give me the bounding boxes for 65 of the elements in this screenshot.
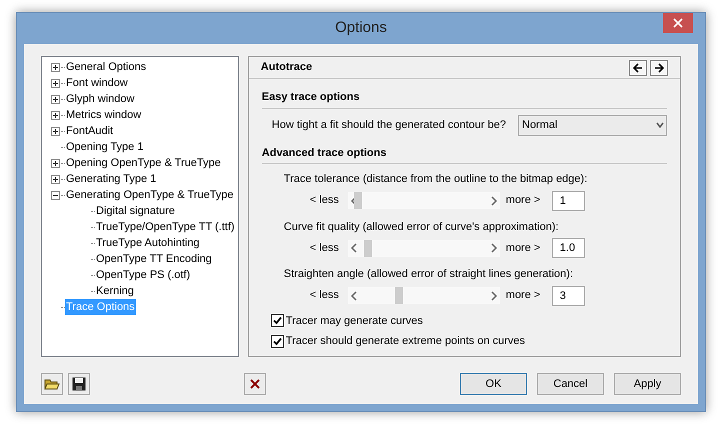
expand-icon[interactable] [51,110,60,120]
fit-dropdown[interactable]: Normal [518,114,667,136]
less-label: < less [310,240,340,256]
more-label: more > [506,288,542,304]
tree-item[interactable]: Generating OpenType & TrueType [65,187,235,203]
section-heading: Easy trace options [262,89,667,108]
slider-label: Straighten angle (allowed error of straight lines generation): [282,267,574,282]
tree-item[interactable]: General Options [65,59,148,75]
open-folder-button[interactable] [41,373,63,395]
checkbox-label: Tracer should generate extreme points on curves [286,334,526,349]
dialog-button[interactable]: OK [460,373,527,395]
expand-icon[interactable] [51,174,60,184]
slider-track[interactable] [348,192,500,209]
checkbox-label: Tracer may generate curves [286,314,423,328]
tree-item[interactable]: OpenType TT Encoding [95,251,213,267]
more-label: more > [506,240,542,256]
tree-item[interactable]: Opening Type 1 [65,139,144,155]
cross-icon [250,379,260,389]
expand-icon[interactable] [51,94,60,104]
tree-item[interactable]: TrueType Autohinting [95,235,201,251]
tree-item[interactable]: FontAudit [65,123,114,139]
section-heading: Advanced trace options [262,144,667,164]
expand-icon[interactable] [51,78,60,88]
less-label: < less [310,288,340,304]
slider-thumb[interactable] [354,192,362,209]
dialog-button[interactable]: Apply [614,373,681,395]
value-field[interactable]: 1.0 [552,238,585,258]
tree-item[interactable]: Generating Type 1 [65,171,158,187]
more-label: more > [506,193,542,208]
checkbox[interactable] [270,334,284,348]
tree-item[interactable]: TrueType/OpenType TT (.ttf) [95,219,236,235]
tree-item[interactable]: OpenType PS (.otf) [95,267,192,283]
back-button[interactable] [629,60,647,76]
tree-item[interactable]: Kerning [95,283,135,299]
tree-item[interactable]: Opening OpenType & TrueType [65,155,222,171]
dialog-button[interactable]: Cancel [537,373,604,395]
checkbox[interactable] [270,314,284,328]
slider-label: Trace tolerance (distance from the outline to the bitmap edge): [282,172,588,187]
value-field[interactable]: 3 [552,286,585,306]
value-field[interactable]: 1 [552,190,585,210]
delete-button[interactable] [244,373,266,395]
window-title: Options [335,18,387,38]
panel-title: Autotrace [260,60,314,76]
close-icon [673,18,683,28]
tree-item[interactable]: Metrics window [65,107,142,123]
slider-thumb[interactable] [395,287,404,304]
question-label: How tight a fit should the generated contour be? [272,118,506,133]
slider-label: Curve fit quality (allowed error of curve's approximation): [282,220,560,234]
folder-icon [44,377,60,391]
collapse-icon[interactable] [51,190,60,200]
expand-icon[interactable] [51,158,60,168]
slider-track[interactable] [348,240,500,256]
slider-track[interactable] [348,287,500,304]
close-button[interactable] [663,13,693,33]
expand-icon[interactable] [51,62,60,72]
less-label: < less [310,193,340,208]
expand-icon[interactable] [51,126,60,136]
tree-item[interactable]: Digital signature [95,203,176,219]
forward-button[interactable] [650,60,668,76]
save-button[interactable] [68,373,90,395]
left-arrow-icon [633,62,643,72]
slider-thumb[interactable] [364,240,372,256]
right-arrow-icon [654,62,664,72]
tree-item[interactable]: Glyph window [65,91,136,107]
tree-item[interactable]: Font window [65,75,129,91]
